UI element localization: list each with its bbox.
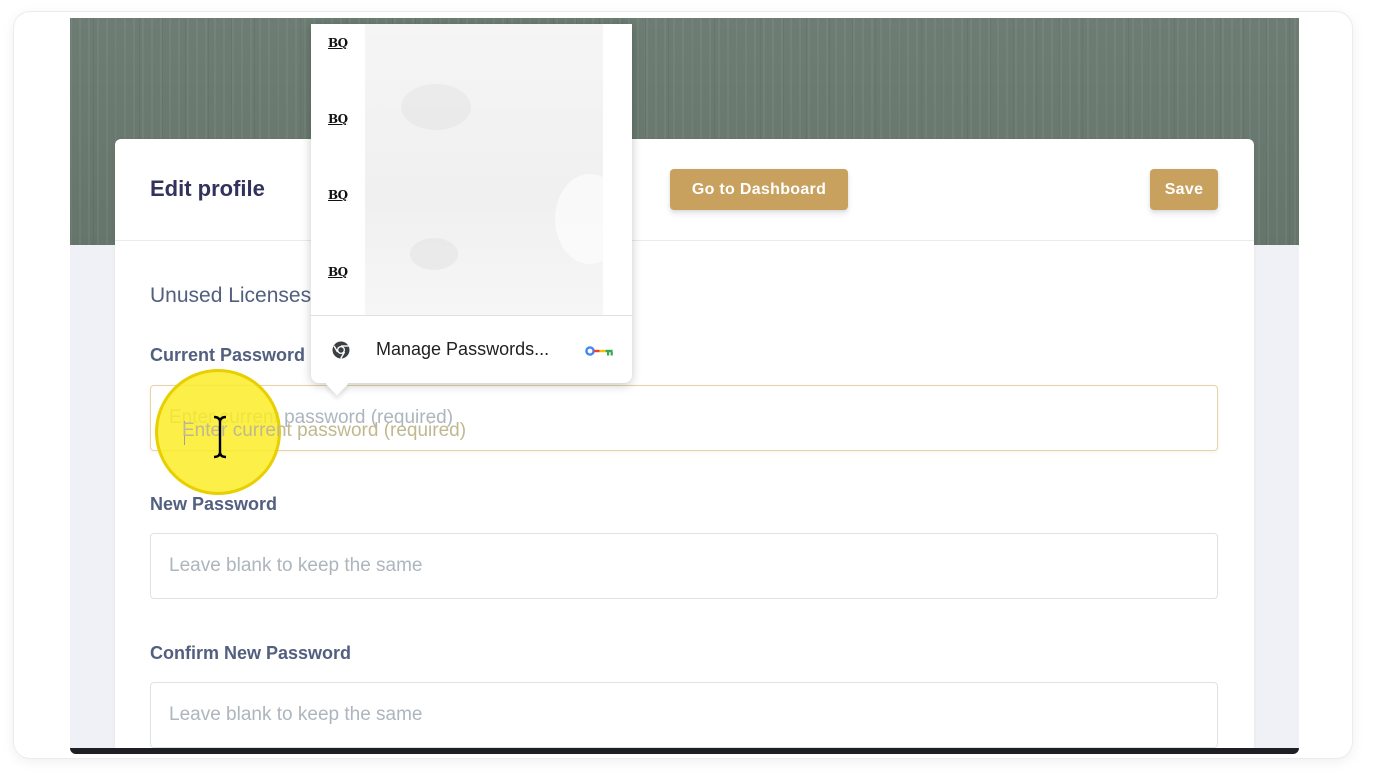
new-password-label: New Password [150, 494, 278, 514]
new-password-input[interactable] [150, 533, 1218, 599]
confirm-password-label: Confirm New Password [150, 643, 352, 663]
preview-shape [410, 238, 458, 270]
go-to-dashboard-button[interactable]: Go to Dashboard [670, 169, 848, 210]
save-button[interactable]: Save [1150, 169, 1218, 210]
manage-passwords-label: Manage Passwords... [376, 339, 550, 359]
ibeam-cursor-icon [213, 415, 227, 459]
manage-passwords-item[interactable]: Manage Passwords... [311, 316, 632, 383]
chrome-icon [332, 341, 350, 359]
autofill-entry-logo[interactable]: BQ [328, 36, 348, 50]
autofill-entry-preview [365, 24, 625, 315]
page-title: Edit profile [150, 176, 265, 201]
password-autofill-dropdown: BQ BQ BQ BQ Manage Passwords... [311, 24, 632, 396]
autofill-entry-logo[interactable]: BQ [328, 265, 348, 279]
window-bottom-edge [70, 748, 1299, 754]
confirm-password-input[interactable] [150, 682, 1218, 748]
card-header: Edit profile Go to Dashboard Save [115, 139, 1254, 241]
screenshot-frame: Edit profile Go to Dashboard Save Unused… [14, 12, 1352, 758]
unused-licenses-heading: Unused Licenses [150, 284, 312, 307]
autofill-entry-logo[interactable]: BQ [328, 112, 348, 126]
preview-shape [401, 84, 471, 130]
autofill-entry-list: BQ BQ BQ BQ [311, 24, 365, 315]
password-key-icon [585, 346, 613, 356]
dropdown-scroll-strip [603, 24, 632, 315]
current-password-label: Current Password [150, 345, 306, 365]
edit-profile-card: Edit profile Go to Dashboard Save Unused… [115, 139, 1254, 754]
autofill-entry-logo[interactable]: BQ [328, 188, 348, 202]
